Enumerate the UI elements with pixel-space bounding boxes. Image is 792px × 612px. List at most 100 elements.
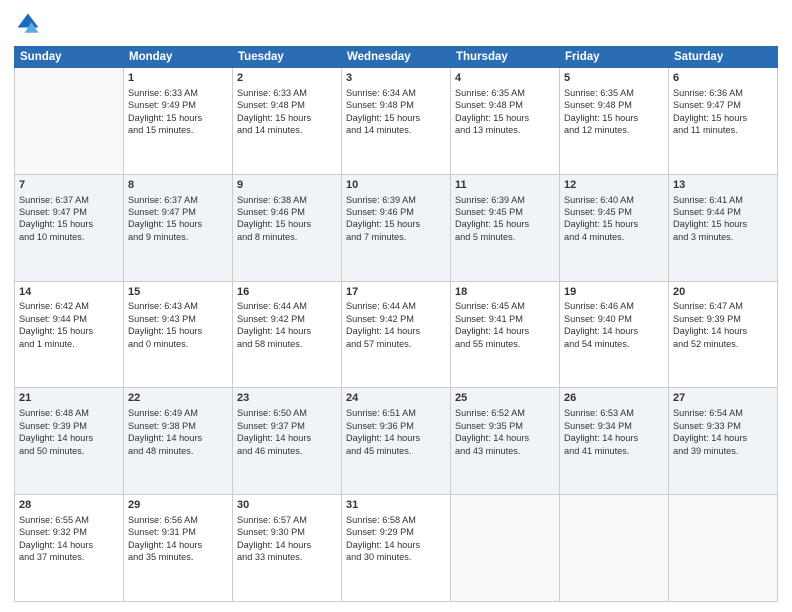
day-info: Sunrise: 6:39 AMSunset: 9:45 PMDaylight:… [455, 194, 555, 244]
day-number: 16 [237, 285, 337, 300]
calendar-cell: 28Sunrise: 6:55 AMSunset: 9:32 PMDayligh… [15, 495, 124, 602]
day-number: 19 [564, 285, 664, 300]
calendar-cell: 4Sunrise: 6:35 AMSunset: 9:48 PMDaylight… [451, 68, 560, 175]
calendar-cell: 22Sunrise: 6:49 AMSunset: 9:38 PMDayligh… [124, 388, 233, 495]
day-info: Sunrise: 6:48 AMSunset: 9:39 PMDaylight:… [19, 407, 119, 457]
day-number: 1 [128, 71, 228, 86]
day-number: 26 [564, 391, 664, 406]
day-info: Sunrise: 6:45 AMSunset: 9:41 PMDaylight:… [455, 300, 555, 350]
day-info: Sunrise: 6:46 AMSunset: 9:40 PMDaylight:… [564, 300, 664, 350]
day-number: 30 [237, 498, 337, 513]
day-number: 18 [455, 285, 555, 300]
day-number: 20 [673, 285, 773, 300]
day-info: Sunrise: 6:50 AMSunset: 9:37 PMDaylight:… [237, 407, 337, 457]
calendar-cell: 2Sunrise: 6:33 AMSunset: 9:48 PMDaylight… [233, 68, 342, 175]
calendar-cell: 11Sunrise: 6:39 AMSunset: 9:45 PMDayligh… [451, 174, 560, 281]
day-info: Sunrise: 6:36 AMSunset: 9:47 PMDaylight:… [673, 87, 773, 137]
day-info: Sunrise: 6:35 AMSunset: 9:48 PMDaylight:… [564, 87, 664, 137]
calendar-cell: 5Sunrise: 6:35 AMSunset: 9:48 PMDaylight… [560, 68, 669, 175]
day-number: 13 [673, 178, 773, 193]
day-number: 6 [673, 71, 773, 86]
day-info: Sunrise: 6:57 AMSunset: 9:30 PMDaylight:… [237, 514, 337, 564]
calendar-cell: 18Sunrise: 6:45 AMSunset: 9:41 PMDayligh… [451, 281, 560, 388]
day-number: 27 [673, 391, 773, 406]
calendar-cell: 10Sunrise: 6:39 AMSunset: 9:46 PMDayligh… [342, 174, 451, 281]
day-number: 28 [19, 498, 119, 513]
calendar-cell: 21Sunrise: 6:48 AMSunset: 9:39 PMDayligh… [15, 388, 124, 495]
calendar-cell: 9Sunrise: 6:38 AMSunset: 9:46 PMDaylight… [233, 174, 342, 281]
day-info: Sunrise: 6:34 AMSunset: 9:48 PMDaylight:… [346, 87, 446, 137]
day-number: 25 [455, 391, 555, 406]
day-info: Sunrise: 6:37 AMSunset: 9:47 PMDaylight:… [19, 194, 119, 244]
calendar-cell: 25Sunrise: 6:52 AMSunset: 9:35 PMDayligh… [451, 388, 560, 495]
calendar-cell [669, 495, 778, 602]
calendar-cell: 3Sunrise: 6:34 AMSunset: 9:48 PMDaylight… [342, 68, 451, 175]
day-number: 2 [237, 71, 337, 86]
weekday-saturday: Saturday [669, 47, 778, 68]
day-info: Sunrise: 6:33 AMSunset: 9:49 PMDaylight:… [128, 87, 228, 137]
weekday-monday: Monday [124, 47, 233, 68]
day-number: 23 [237, 391, 337, 406]
calendar-cell [560, 495, 669, 602]
calendar-cell: 6Sunrise: 6:36 AMSunset: 9:47 PMDaylight… [669, 68, 778, 175]
calendar-cell: 1Sunrise: 6:33 AMSunset: 9:49 PMDaylight… [124, 68, 233, 175]
day-number: 3 [346, 71, 446, 86]
day-info: Sunrise: 6:56 AMSunset: 9:31 PMDaylight:… [128, 514, 228, 564]
day-info: Sunrise: 6:41 AMSunset: 9:44 PMDaylight:… [673, 194, 773, 244]
calendar-week-2: 14Sunrise: 6:42 AMSunset: 9:44 PMDayligh… [15, 281, 778, 388]
calendar-cell [15, 68, 124, 175]
weekday-wednesday: Wednesday [342, 47, 451, 68]
day-info: Sunrise: 6:39 AMSunset: 9:46 PMDaylight:… [346, 194, 446, 244]
calendar-cell: 23Sunrise: 6:50 AMSunset: 9:37 PMDayligh… [233, 388, 342, 495]
weekday-sunday: Sunday [15, 47, 124, 68]
day-number: 29 [128, 498, 228, 513]
day-info: Sunrise: 6:47 AMSunset: 9:39 PMDaylight:… [673, 300, 773, 350]
day-number: 24 [346, 391, 446, 406]
day-info: Sunrise: 6:40 AMSunset: 9:45 PMDaylight:… [564, 194, 664, 244]
day-number: 14 [19, 285, 119, 300]
calendar-cell: 29Sunrise: 6:56 AMSunset: 9:31 PMDayligh… [124, 495, 233, 602]
page-header [14, 10, 778, 38]
calendar-cell: 14Sunrise: 6:42 AMSunset: 9:44 PMDayligh… [15, 281, 124, 388]
day-number: 5 [564, 71, 664, 86]
day-number: 4 [455, 71, 555, 86]
calendar-cell: 13Sunrise: 6:41 AMSunset: 9:44 PMDayligh… [669, 174, 778, 281]
calendar-cell: 26Sunrise: 6:53 AMSunset: 9:34 PMDayligh… [560, 388, 669, 495]
calendar-cell: 20Sunrise: 6:47 AMSunset: 9:39 PMDayligh… [669, 281, 778, 388]
calendar-week-1: 7Sunrise: 6:37 AMSunset: 9:47 PMDaylight… [15, 174, 778, 281]
calendar-cell: 15Sunrise: 6:43 AMSunset: 9:43 PMDayligh… [124, 281, 233, 388]
calendar-week-3: 21Sunrise: 6:48 AMSunset: 9:39 PMDayligh… [15, 388, 778, 495]
day-info: Sunrise: 6:42 AMSunset: 9:44 PMDaylight:… [19, 300, 119, 350]
calendar-cell: 12Sunrise: 6:40 AMSunset: 9:45 PMDayligh… [560, 174, 669, 281]
day-info: Sunrise: 6:55 AMSunset: 9:32 PMDaylight:… [19, 514, 119, 564]
day-info: Sunrise: 6:53 AMSunset: 9:34 PMDaylight:… [564, 407, 664, 457]
day-number: 7 [19, 178, 119, 193]
day-number: 15 [128, 285, 228, 300]
day-number: 22 [128, 391, 228, 406]
weekday-thursday: Thursday [451, 47, 560, 68]
calendar-table: SundayMondayTuesdayWednesdayThursdayFrid… [14, 46, 778, 602]
calendar-cell: 19Sunrise: 6:46 AMSunset: 9:40 PMDayligh… [560, 281, 669, 388]
day-info: Sunrise: 6:35 AMSunset: 9:48 PMDaylight:… [455, 87, 555, 137]
day-number: 9 [237, 178, 337, 193]
weekday-tuesday: Tuesday [233, 47, 342, 68]
logo [14, 10, 46, 38]
day-number: 21 [19, 391, 119, 406]
calendar-cell: 30Sunrise: 6:57 AMSunset: 9:30 PMDayligh… [233, 495, 342, 602]
calendar-cell: 8Sunrise: 6:37 AMSunset: 9:47 PMDaylight… [124, 174, 233, 281]
calendar-cell: 16Sunrise: 6:44 AMSunset: 9:42 PMDayligh… [233, 281, 342, 388]
day-info: Sunrise: 6:52 AMSunset: 9:35 PMDaylight:… [455, 407, 555, 457]
calendar-cell: 7Sunrise: 6:37 AMSunset: 9:47 PMDaylight… [15, 174, 124, 281]
day-number: 12 [564, 178, 664, 193]
day-info: Sunrise: 6:58 AMSunset: 9:29 PMDaylight:… [346, 514, 446, 564]
day-info: Sunrise: 6:33 AMSunset: 9:48 PMDaylight:… [237, 87, 337, 137]
day-info: Sunrise: 6:38 AMSunset: 9:46 PMDaylight:… [237, 194, 337, 244]
day-number: 17 [346, 285, 446, 300]
weekday-header-row: SundayMondayTuesdayWednesdayThursdayFrid… [15, 47, 778, 68]
day-number: 10 [346, 178, 446, 193]
day-info: Sunrise: 6:49 AMSunset: 9:38 PMDaylight:… [128, 407, 228, 457]
calendar-cell: 27Sunrise: 6:54 AMSunset: 9:33 PMDayligh… [669, 388, 778, 495]
calendar-cell: 24Sunrise: 6:51 AMSunset: 9:36 PMDayligh… [342, 388, 451, 495]
calendar-cell [451, 495, 560, 602]
day-info: Sunrise: 6:44 AMSunset: 9:42 PMDaylight:… [346, 300, 446, 350]
